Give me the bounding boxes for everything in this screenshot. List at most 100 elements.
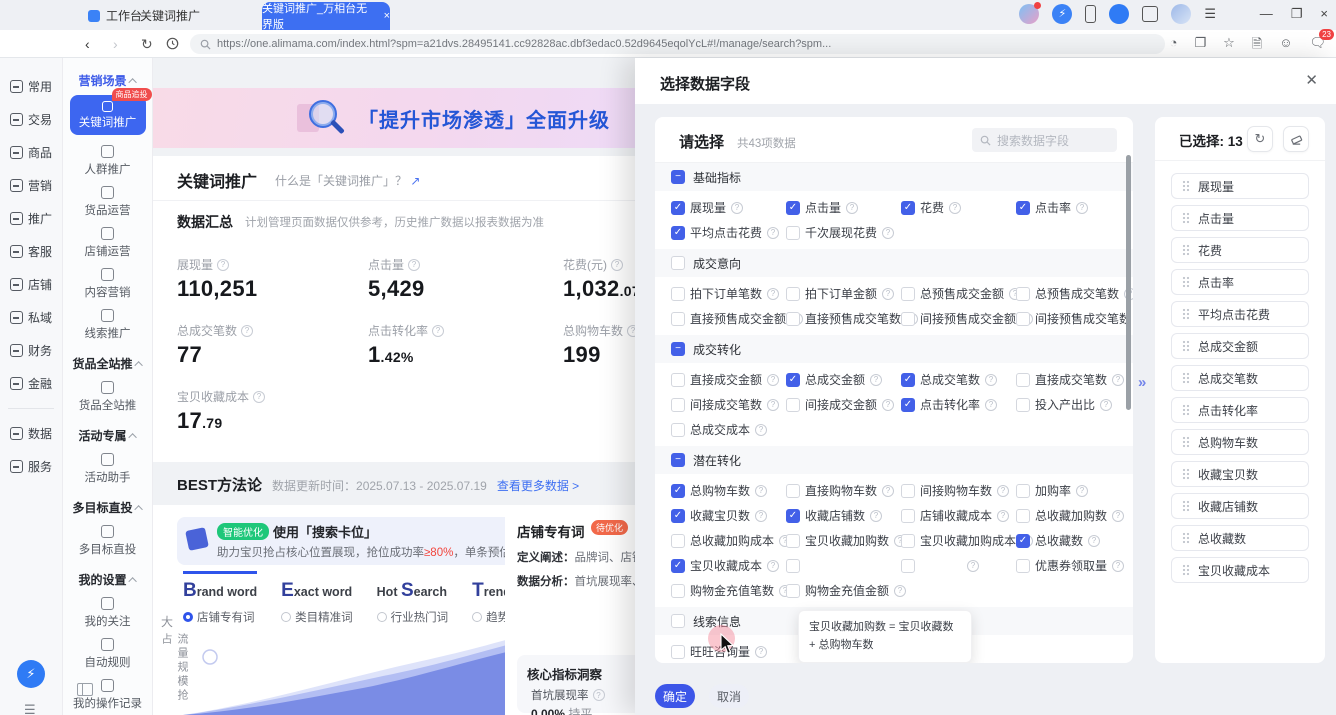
info-icon[interactable]: ?: [846, 202, 858, 214]
sidebar-item-推广[interactable]: 推广: [0, 202, 62, 235]
info-icon[interactable]: ?: [882, 485, 894, 497]
subnav-item-多目标直投[interactable]: 多目标直投: [63, 525, 152, 557]
panel-collapse-icon[interactable]: [77, 683, 93, 696]
field-checkbox-收藏店铺数[interactable]: ✓收藏店铺数?: [786, 503, 901, 528]
info-icon[interactable]: ?: [882, 288, 894, 300]
field-checkbox-间接购物车数[interactable]: 间接购物车数?: [901, 478, 1016, 503]
tab-close-icon[interactable]: ×: [384, 10, 390, 22]
info-icon[interactable]: ?: [755, 510, 767, 522]
info-icon[interactable]: ?: [217, 259, 229, 271]
info-icon[interactable]: ?: [593, 689, 605, 701]
info-icon[interactable]: ?: [949, 202, 961, 214]
drag-handle-icon[interactable]: [1182, 500, 1190, 512]
drag-handle-icon[interactable]: [1182, 276, 1190, 288]
field-checkbox-间接成交笔数[interactable]: 间接成交笔数?: [671, 392, 786, 417]
info-icon[interactable]: ?: [767, 227, 779, 239]
info-icon[interactable]: ?: [870, 374, 882, 386]
field-checkbox-直接购物车数[interactable]: 直接购物车数?: [786, 478, 901, 503]
field-checkbox-优惠券领取量[interactable]: 优惠券领取量?: [1016, 553, 1133, 578]
restore-button[interactable]: ❐: [1291, 6, 1303, 22]
save-page-icon[interactable]: 🗎: [1252, 35, 1262, 57]
info-icon[interactable]: ?: [432, 325, 444, 337]
selected-field-平均点击花费[interactable]: 平均点击花费: [1171, 301, 1309, 327]
field-checkbox-间接成交金额[interactable]: 间接成交金额?: [786, 392, 901, 417]
drag-handle-icon[interactable]: [1182, 244, 1190, 256]
drag-handle-icon[interactable]: [1182, 404, 1190, 416]
info-icon[interactable]: ?: [882, 227, 894, 239]
field-checkbox-投入产出比[interactable]: 投入产出比?: [1016, 392, 1133, 417]
field-checkbox-间接预售成交金额[interactable]: 间接预售成交金额?: [901, 306, 1016, 331]
section-checkbox[interactable]: [671, 614, 685, 628]
info-icon[interactable]: ?: [1076, 485, 1088, 497]
sidebar-item-店铺[interactable]: 店铺: [0, 268, 62, 301]
sidebar-item-服务[interactable]: 服务: [0, 450, 62, 483]
field-checkbox-千次展现花费[interactable]: 千次展现花费?: [786, 220, 901, 245]
field-checkbox-总收藏加购成本[interactable]: 总收藏加购成本?: [671, 528, 786, 553]
field-checkbox-总预售成交金额[interactable]: 总预售成交金额?: [901, 281, 1016, 306]
phone-icon[interactable]: [1085, 5, 1096, 23]
subnav-item-线索推广[interactable]: 线索推广: [63, 309, 152, 341]
section-header-成交意向[interactable]: 成交意向: [655, 249, 1133, 277]
sidebar-item-财务[interactable]: 财务: [0, 334, 62, 367]
subnav-section-货品全站推[interactable]: 货品全站推: [63, 355, 152, 372]
subnav-item-店铺运营[interactable]: 店铺运营: [63, 227, 152, 259]
url-field[interactable]: https://one.alimama.com/index.html?spm=a…: [190, 34, 1165, 54]
selected-field-点击量[interactable]: 点击量: [1171, 205, 1309, 231]
field-checkbox-总收藏数[interactable]: ✓总收藏数?: [1016, 528, 1133, 553]
help-link[interactable]: 什么是「关键词推广」？ ↗: [275, 172, 420, 189]
close-window-button[interactable]: ×: [1320, 6, 1328, 22]
info-icon[interactable]: ?: [253, 391, 265, 403]
field-checkbox-拍下订单笔数[interactable]: 拍下订单笔数?: [671, 281, 786, 306]
field-checkbox-间接预售成交笔数[interactable]: 间接预售成交笔数?: [1016, 306, 1133, 331]
subnav-item-活动助手[interactable]: 活动助手: [63, 453, 152, 485]
bookmark-star-icon[interactable]: ☆: [1223, 35, 1235, 57]
cancel-button[interactable]: 取消: [709, 684, 749, 708]
info-icon[interactable]: ?: [1076, 202, 1088, 214]
selected-field-收藏店铺数[interactable]: 收藏店铺数: [1171, 493, 1309, 519]
sidebar-item-常用[interactable]: 常用: [0, 70, 62, 103]
info-icon[interactable]: ?: [767, 560, 779, 572]
info-icon[interactable]: ?: [755, 485, 767, 497]
info-icon[interactable]: ?: [767, 374, 779, 386]
field-checkbox-hidden[interactable]: ?: [901, 553, 1016, 578]
browser-tab-active[interactable]: 关键词推广_万相台无界版 ×: [262, 2, 390, 30]
messages-icon[interactable]: 🗨23: [1309, 35, 1326, 57]
sidebar-collapse-icon[interactable]: ☰: [24, 702, 36, 715]
field-checkbox-收藏宝贝数[interactable]: ✓收藏宝贝数?: [671, 503, 786, 528]
clear-all-button[interactable]: [1283, 126, 1309, 152]
subnav-section-活动专属[interactable]: 活动专属: [63, 427, 152, 444]
selected-field-总购物车数[interactable]: 总购物车数: [1171, 429, 1309, 455]
drag-handle-icon[interactable]: [1182, 340, 1190, 352]
sidebar-item-交易[interactable]: 交易: [0, 103, 62, 136]
info-icon[interactable]: ?: [997, 485, 1009, 497]
back-icon[interactable]: ‹: [85, 37, 90, 51]
sidebar-item-私域[interactable]: 私域: [0, 301, 62, 334]
selected-field-展现量[interactable]: 展现量: [1171, 173, 1309, 199]
section-checkbox[interactable]: −: [671, 170, 685, 184]
field-checkbox-总成交成本[interactable]: 总成交成本?: [671, 417, 786, 442]
info-icon[interactable]: ?: [985, 374, 997, 386]
info-icon[interactable]: ?: [731, 202, 743, 214]
drag-handle-icon[interactable]: [1182, 436, 1190, 448]
scrollbar-thumb[interactable]: [1126, 155, 1131, 410]
forward-icon[interactable]: ›: [113, 37, 118, 51]
info-icon[interactable]: ?: [985, 399, 997, 411]
info-icon[interactable]: ?: [997, 510, 1009, 522]
subnav-item-关键词推广[interactable]: 商品追投关键词推广: [70, 95, 146, 135]
refresh-icon[interactable]: ↻: [141, 37, 153, 51]
confirm-button[interactable]: 确定: [655, 684, 695, 708]
field-search-input[interactable]: 搜索数据字段: [972, 128, 1117, 152]
info-icon[interactable]: ?: [1112, 374, 1124, 386]
field-checkbox-店铺收藏成本[interactable]: 店铺收藏成本?: [901, 503, 1016, 528]
info-icon[interactable]: ?: [1112, 560, 1124, 572]
field-checkbox-点击率[interactable]: ✓点击率?: [1016, 195, 1133, 220]
sidebar-item-营销[interactable]: 营销: [0, 169, 62, 202]
field-checkbox-宝贝收藏成本[interactable]: ✓宝贝收藏成本?: [671, 553, 786, 578]
info-icon[interactable]: ?: [611, 259, 623, 271]
drag-handle-icon[interactable]: [1182, 212, 1190, 224]
drag-handle-icon[interactable]: [1182, 468, 1190, 480]
selected-field-点击转化率[interactable]: 点击转化率: [1171, 397, 1309, 423]
lightning-extension-icon[interactable]: ⚡: [1052, 4, 1072, 24]
field-checkbox-点击量[interactable]: ✓点击量?: [786, 195, 901, 220]
section-header-潜在转化[interactable]: −潜在转化: [655, 446, 1133, 474]
